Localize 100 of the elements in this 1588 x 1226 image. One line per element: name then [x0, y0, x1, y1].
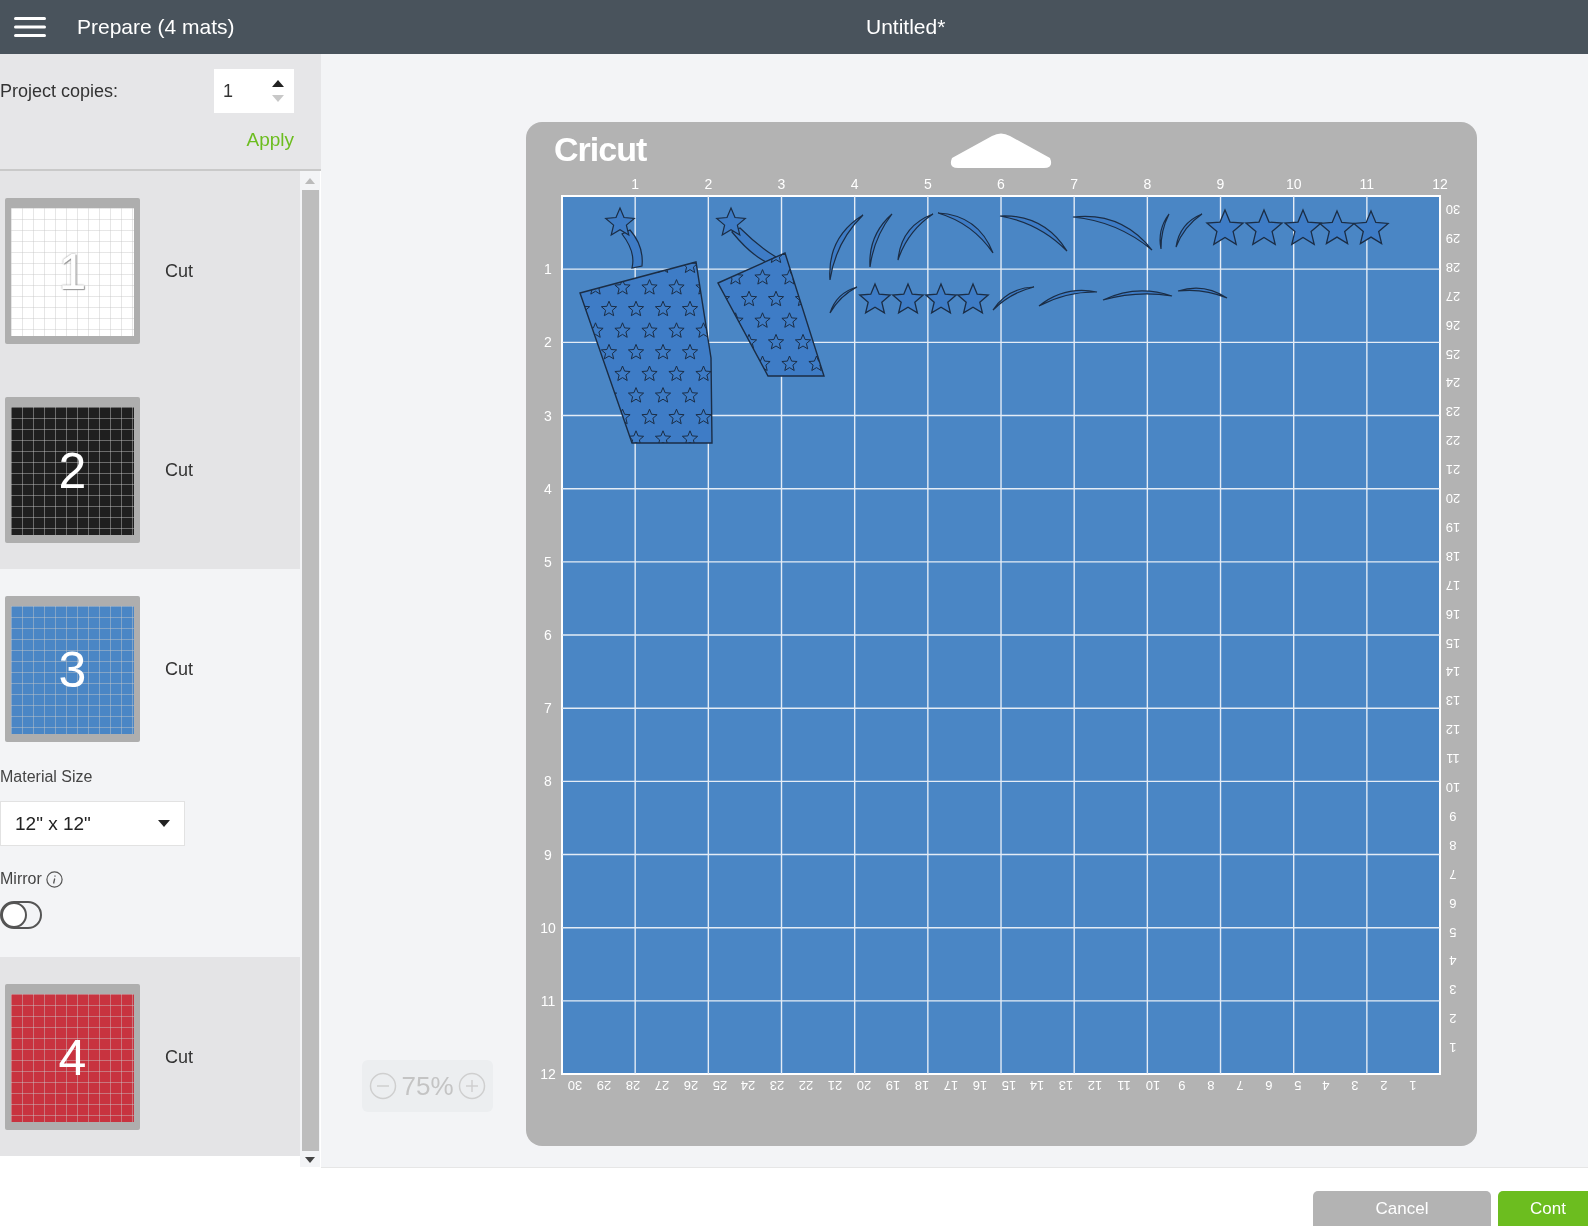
- ruler-number: 23: [1445, 404, 1461, 418]
- ruler-number: 8: [1143, 177, 1152, 191]
- ruler-number: 1: [1409, 1078, 1417, 1092]
- ruler-number: 10: [540, 920, 556, 935]
- ruler-number: 8: [1207, 1078, 1215, 1092]
- star-shape: [1205, 208, 1245, 246]
- document-title: Untitled*: [866, 15, 946, 39]
- ruler-number: 25: [712, 1078, 727, 1092]
- material-size-dropdown[interactable]: 12" x 12": [0, 801, 185, 846]
- arc-shape: [829, 286, 858, 314]
- ruler-number: 2: [704, 177, 713, 191]
- arc-shape: [937, 212, 994, 254]
- ruler-number: 7: [544, 701, 552, 716]
- ruler-number: 4: [1322, 1078, 1330, 1092]
- ruler-number: 2: [1380, 1078, 1388, 1092]
- ruler-number: 5: [1449, 925, 1457, 938]
- ruler-number: 1: [631, 177, 640, 191]
- ruler-number: 9: [1178, 1078, 1186, 1092]
- mat-row[interactable]: 1 Cut: [0, 171, 300, 370]
- mat-number: 1: [58, 247, 87, 297]
- copies-field[interactable]: 1: [214, 69, 294, 113]
- ruler-number: 5: [544, 554, 552, 569]
- ruler-number: 6: [1265, 1078, 1273, 1092]
- ruler-number: 11: [1446, 751, 1460, 765]
- ruler-number: 28: [625, 1078, 641, 1092]
- ruler-number: 20: [1445, 491, 1461, 505]
- ruler-number: 22: [1445, 433, 1461, 447]
- copies-label: Project copies:: [0, 80, 119, 102]
- arc-shape: [1175, 213, 1203, 248]
- ruler-number: 4: [1449, 953, 1457, 967]
- ruler-number: 3: [1449, 982, 1457, 996]
- ruler-number: 10: [1145, 1078, 1161, 1092]
- ruler-number: 23: [770, 1078, 785, 1092]
- ruler-number: 5: [1293, 1078, 1302, 1092]
- ruler-number: 16: [972, 1078, 987, 1092]
- ruler-number: 6: [544, 628, 552, 642]
- ruler-number: 11: [540, 993, 556, 1008]
- star-shape: [858, 282, 892, 315]
- ruler-number: 10: [1445, 780, 1461, 794]
- ruler-number: 7: [1070, 177, 1079, 191]
- ruler-number: 30: [567, 1078, 583, 1092]
- ruler-number: 21: [1445, 462, 1461, 476]
- mat-mode-label: Cut: [165, 260, 193, 282]
- star-shape: [956, 282, 990, 315]
- arc-shape: [869, 213, 893, 268]
- ruler-number: 25: [1445, 347, 1461, 360]
- ruler-number: 11: [1359, 177, 1375, 191]
- menu-icon[interactable]: [14, 17, 46, 37]
- ruler-number: 15: [1001, 1078, 1016, 1092]
- ruler-number: 16: [1445, 607, 1461, 621]
- ruler-number: 27: [654, 1078, 669, 1092]
- ruler-number: 13: [1059, 1078, 1074, 1092]
- ruler-number: 8: [1449, 838, 1457, 852]
- scroll-down-icon[interactable]: [305, 1157, 315, 1163]
- arc-shape: [829, 214, 864, 281]
- mat-mode-label: Cut: [165, 658, 193, 680]
- ruler-number: 9: [1449, 809, 1457, 823]
- ruler-number: 22: [798, 1078, 814, 1092]
- arc-shape: [999, 215, 1068, 252]
- mat-row[interactable]: 4 Cut: [0, 957, 300, 1156]
- ruler-number: 24: [741, 1078, 756, 1092]
- arc-shape: [1038, 289, 1098, 307]
- mat-row[interactable]: 2 Cut: [0, 370, 300, 569]
- ruler-number: 4: [850, 177, 859, 191]
- ruler-number: 24: [1445, 375, 1461, 389]
- mat-row[interactable]: 3 Cut Material Size 12" x 12" Mirror: [0, 569, 300, 957]
- ruler-number: 19: [1445, 520, 1461, 534]
- star-shape: [924, 282, 958, 315]
- star-shape: [1352, 209, 1390, 245]
- ruler-number: 26: [1445, 318, 1461, 332]
- ruler-number: 3: [777, 177, 786, 191]
- ruler-number: 9: [544, 847, 552, 862]
- ruler-number: 15: [1445, 636, 1461, 649]
- material-size-label: Material Size: [0, 768, 94, 786]
- ruler-number: 17: [1445, 578, 1461, 592]
- ruler-number: 21: [827, 1078, 843, 1092]
- ruler-number: 27: [1445, 289, 1461, 303]
- mat-notch-icon: [948, 132, 1054, 168]
- ruler-number: 17: [943, 1078, 958, 1092]
- info-icon[interactable]: [45, 870, 63, 888]
- mat-number: 4: [58, 1033, 87, 1083]
- ruler-number: 7: [1236, 1078, 1244, 1092]
- ruler-number: 4: [544, 481, 552, 496]
- star-shape: [1318, 209, 1356, 245]
- ruler-number: 3: [544, 408, 552, 423]
- scrollbar[interactable]: [300, 171, 320, 1167]
- ruler-number: 3: [1351, 1078, 1359, 1092]
- ruler-number: 30: [1445, 202, 1461, 216]
- ruler-number: 6: [997, 177, 1005, 191]
- ruler-number: 12: [1432, 177, 1448, 191]
- mat-number: 3: [58, 645, 87, 695]
- star-shape: [1283, 208, 1323, 246]
- ruler-number: 2: [544, 335, 552, 350]
- arc-shape: [1159, 213, 1170, 250]
- ruler-number: 28: [1445, 260, 1461, 274]
- ruler-number: 10: [1285, 177, 1302, 191]
- ruler-number: 5: [923, 177, 932, 191]
- ruler-number: 12: [1087, 1078, 1103, 1092]
- ruler-number: 12: [540, 1067, 556, 1082]
- mirror-toggle[interactable]: [0, 901, 42, 929]
